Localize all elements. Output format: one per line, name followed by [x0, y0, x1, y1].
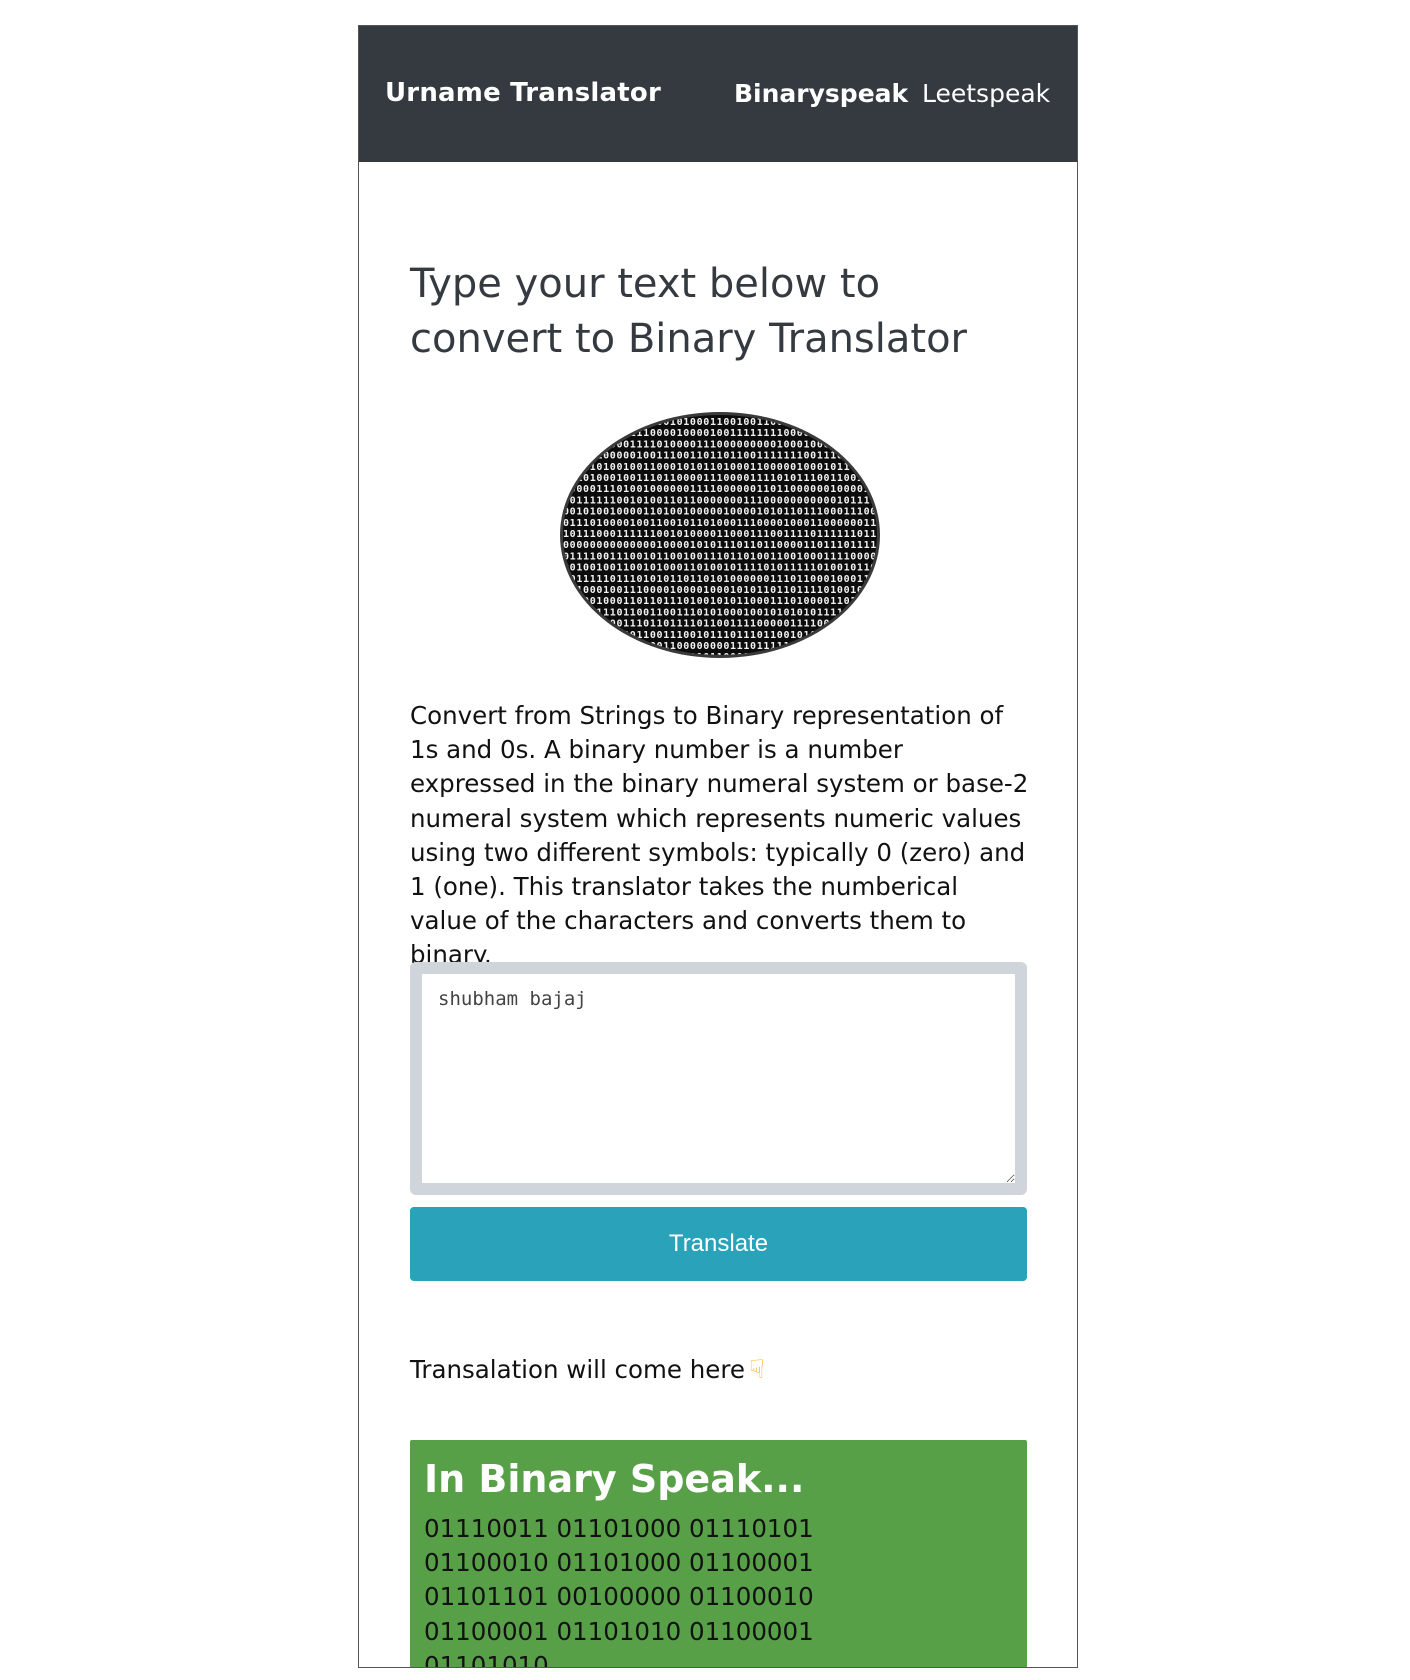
binary-pattern-graphic: 0100010110011000101000110010011001001001… — [563, 417, 880, 658]
binary-pattern-row: 0001111000100001100000000111011111101010… — [563, 641, 880, 652]
pointing-down-hand-icon: ☟ — [748, 1355, 765, 1385]
binary-pattern-row: 0001101001001100010101101000110000010001… — [563, 462, 880, 473]
binary-pattern-row: 0111100111001011001001110110100110010001… — [563, 551, 880, 562]
binary-pattern-row: 0110011000111101000011100000000010001000… — [563, 439, 880, 450]
brand-title[interactable]: Urname Translator — [385, 78, 661, 108]
nav-link-leetspeak[interactable]: Leetspeak — [922, 79, 1050, 108]
binary-hero-image: 0100010110011000101000110010011001001001… — [560, 412, 880, 658]
binary-pattern-row: 0001011110011001110010111011101100101011… — [563, 630, 880, 641]
hint-text: Transalation will come here — [410, 1355, 745, 1384]
binary-pattern-row: 0110100010011101100001110000111101011100… — [563, 473, 880, 484]
description-text: Convert from Strings to Binary represent… — [410, 701, 1029, 970]
binary-pattern-row: 0010010011001010001101001011110101111101… — [563, 563, 880, 574]
binary-pattern-row: 0100010110011000101000110010011001001001… — [563, 417, 880, 428]
app-frame: Urname Translator Binaryspeak Leetspeak … — [358, 25, 1078, 1668]
binary-pattern-row: 1100010000010011100110110110011111110011… — [563, 451, 880, 462]
output-box: In Binary Speak... 01110011 01101000 011… — [410, 1440, 1027, 1668]
binary-pattern-row: 1011000000111000010000100111111110000011… — [563, 428, 880, 439]
nav-link-binaryspeak[interactable]: Binaryspeak — [734, 79, 908, 108]
output-text: 01110011 01101000 01110101 01100010 0110… — [424, 1514, 814, 1668]
page-title: Type your text below to convert to Binar… — [410, 261, 967, 362]
binary-pattern-row: 1011100011111100101000011000111001111011… — [563, 529, 880, 540]
input-container: shubham bajaj — [410, 962, 1027, 1195]
binary-pattern-row: 1110010001101101110100101011000111010000… — [563, 596, 880, 607]
navbar: Urname Translator Binaryspeak Leetspeak — [359, 26, 1077, 162]
translate-button[interactable]: Translate — [410, 1207, 1027, 1281]
binary-pattern-row: 0000000000000010000101011101101100001101… — [563, 540, 880, 551]
binary-pattern-row: 0000100011010011100010110001110110101110… — [563, 652, 880, 658]
binary-pattern-row: 0010100100001101001000001000010101101110… — [563, 507, 880, 518]
binary-pattern-row: 0111010000100110010110100011100001000110… — [563, 518, 880, 529]
hint-line: Transalation will come here ☟ — [410, 1355, 765, 1385]
binary-pattern-row: 1000011101001000000111100000011011000000… — [563, 484, 880, 495]
binary-pattern-row: 0011111100101001101100000001110000000000… — [563, 495, 880, 506]
binary-pattern-row: 0110001001110000100001000101011011011110… — [563, 585, 880, 596]
binary-pattern-row: 1001010001110110111101100111100000111100… — [563, 619, 880, 630]
binary-pattern-row: 0111111101100110011101010001001010101011… — [563, 607, 880, 618]
output-title: In Binary Speak... — [424, 1457, 805, 1501]
binary-pattern-row: 0011111011101010110110101000000111011000… — [563, 574, 880, 585]
text-input[interactable]: shubham bajaj — [422, 974, 1015, 1183]
